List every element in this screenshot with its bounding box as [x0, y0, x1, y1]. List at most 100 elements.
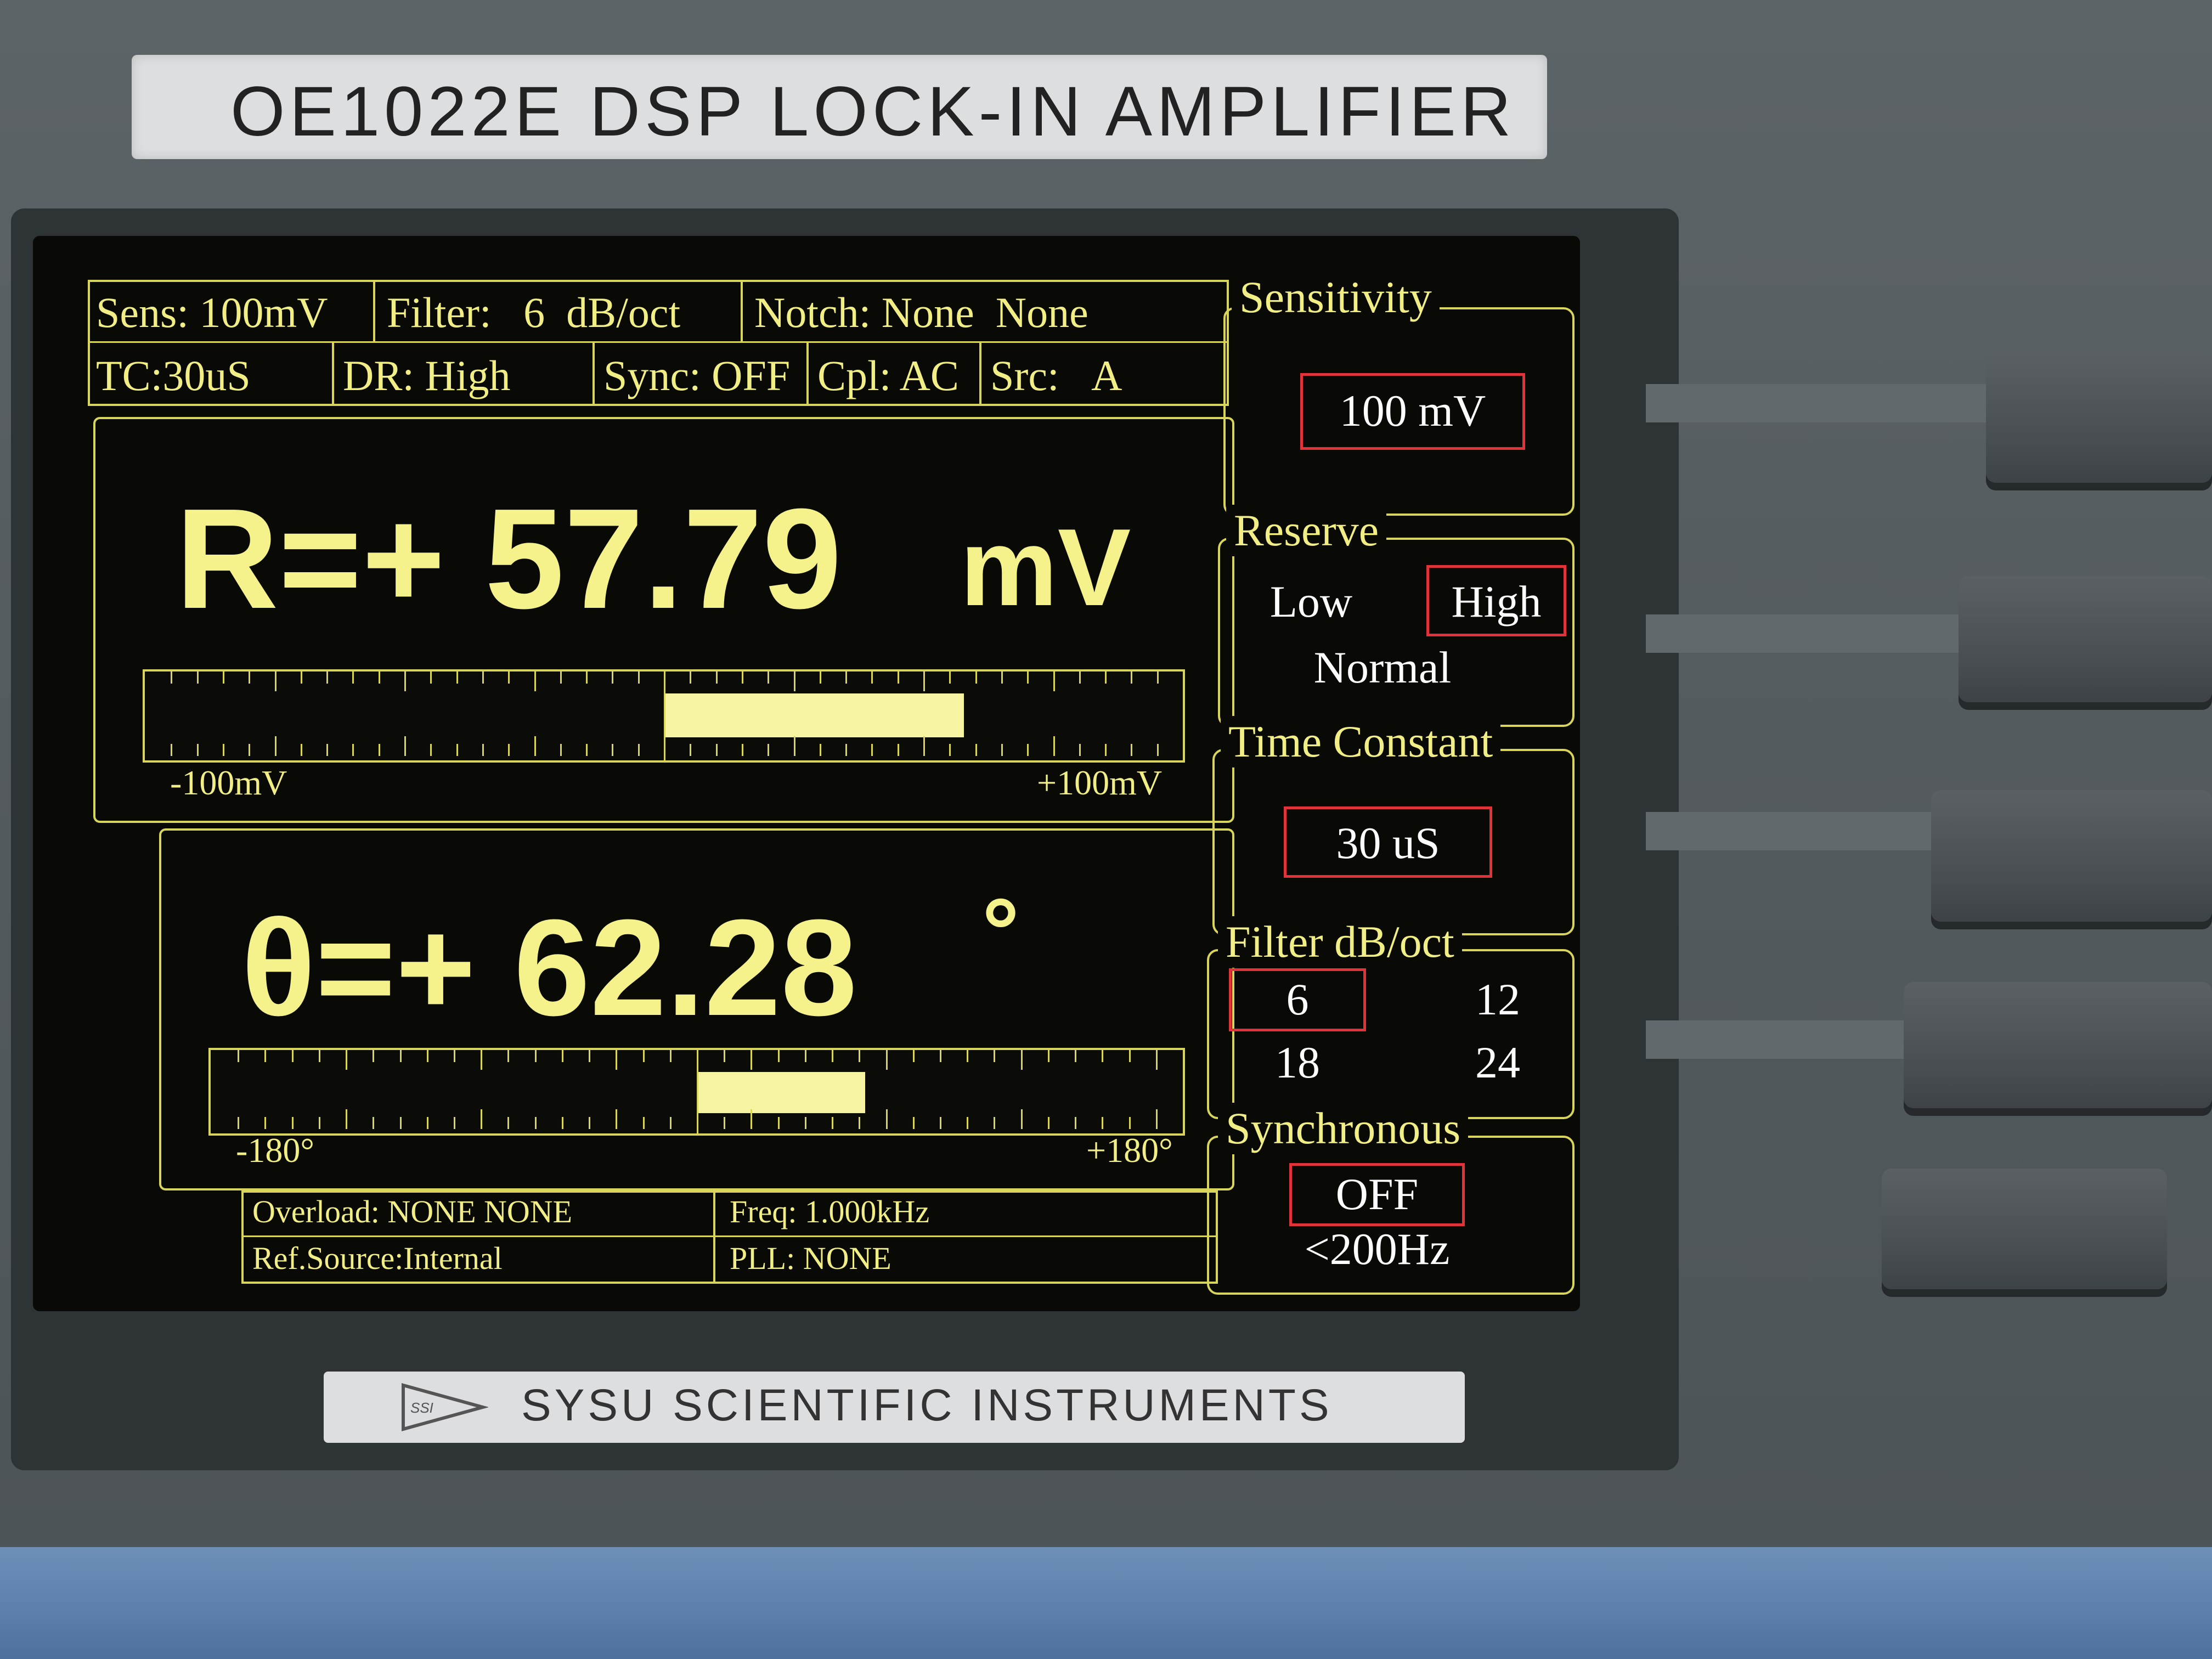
scale-tick	[589, 1050, 591, 1062]
scale-tick	[777, 1050, 780, 1062]
theta-readout-unit: °	[982, 879, 1019, 984]
status-sync: Sync: OFF	[603, 352, 791, 399]
scale-tick	[612, 672, 614, 684]
scale-tick	[1131, 744, 1133, 756]
status-filter: Filter: 6 dB/oct	[387, 289, 681, 336]
scale-tick	[508, 672, 510, 684]
synchronous-option-off[interactable]: OFF	[1289, 1169, 1465, 1220]
scale-tick	[642, 1117, 645, 1129]
ref-source-status: Ref.Source:Internal	[252, 1240, 503, 1276]
scale-tick	[804, 1117, 806, 1129]
synchronous-option-200hz[interactable]: <200Hz	[1267, 1223, 1487, 1275]
softkey-3[interactable]	[1931, 790, 2212, 922]
softkey-4[interactable]	[1904, 982, 2212, 1108]
scale-tick	[534, 672, 536, 691]
scale-tick	[399, 1117, 402, 1129]
softkey-2[interactable]	[1959, 576, 2212, 702]
scale-tick	[724, 1050, 726, 1062]
filter-option-24[interactable]: 24	[1437, 1037, 1558, 1088]
scale-tick	[264, 1050, 267, 1062]
scale-tick	[352, 672, 354, 684]
scale-tick	[560, 672, 562, 684]
scale-tick	[724, 1117, 726, 1129]
scale-tick	[859, 1050, 861, 1062]
scale-tick	[1105, 672, 1107, 684]
scale-tick	[612, 744, 614, 756]
scale-tick	[1020, 1109, 1023, 1129]
pll-status: PLL: NONE	[730, 1240, 891, 1276]
scale-tick	[751, 1050, 753, 1070]
r-bar-fill	[664, 693, 964, 737]
scale-tick	[456, 744, 458, 756]
company-logo-icon: SSI	[402, 1383, 488, 1431]
theta-scale-min-label: -180°	[236, 1131, 314, 1170]
scale-tick	[373, 1117, 375, 1129]
filter-option-12[interactable]: 12	[1437, 974, 1558, 1025]
scale-tick	[346, 1109, 348, 1129]
scale-tick	[1128, 1117, 1131, 1129]
scale-tick	[196, 672, 199, 684]
scale-tick	[508, 744, 510, 756]
softkey-5[interactable]	[1882, 1169, 2167, 1289]
scale-tick	[373, 1050, 375, 1062]
sensitivity-title: Sensitivity	[1232, 272, 1440, 323]
scale-tick	[1053, 672, 1055, 691]
scale-tick	[967, 1117, 969, 1129]
scale-tick	[300, 744, 302, 756]
scale-tick	[1156, 672, 1159, 684]
scale-tick	[507, 1117, 510, 1129]
scale-tick	[940, 1050, 941, 1062]
scale-tick	[1075, 1117, 1077, 1129]
reserve-option-normal[interactable]: Normal	[1295, 642, 1470, 693]
scale-tick	[430, 744, 432, 756]
scale-tick	[238, 1050, 240, 1062]
filter-title: Filter dB/oct	[1218, 916, 1462, 968]
scale-tick	[1027, 744, 1029, 756]
lcd-screen: Sens: 100mV Filter: 6 dB/oct Notch: None…	[33, 236, 1580, 1311]
status-cpl: Cpl: AC	[817, 352, 959, 399]
scale-tick	[819, 744, 821, 756]
scale-tick	[690, 672, 692, 684]
reserve-option-high[interactable]: High	[1426, 576, 1566, 628]
scale-tick	[589, 1117, 591, 1129]
scale-tick	[859, 1117, 861, 1129]
scale-tick	[845, 672, 848, 684]
scale-tick	[1079, 672, 1081, 684]
scale-tick	[940, 1117, 941, 1129]
scale-tick	[777, 1117, 780, 1129]
scale-tick	[454, 1050, 455, 1062]
time-constant-title: Time Constant	[1221, 716, 1501, 768]
scale-tick	[404, 736, 406, 756]
scale-tick	[949, 744, 951, 756]
scale-tick	[378, 744, 380, 756]
scale-tick	[378, 672, 380, 684]
scale-tick	[534, 736, 536, 756]
scale-tick	[871, 744, 873, 756]
scale-center-line	[664, 672, 665, 760]
scale-tick	[832, 1050, 834, 1062]
filter-option-18[interactable]: 18	[1229, 1037, 1366, 1088]
scale-tick	[291, 1117, 294, 1129]
reserve-option-low[interactable]: Low	[1251, 576, 1372, 628]
softkey-1[interactable]	[1986, 351, 2212, 483]
scale-tick	[454, 1117, 455, 1129]
scale-tick	[1053, 736, 1055, 756]
brand-text: SYSU SCIENTIFIC INSTRUMENTS	[521, 1380, 1333, 1430]
theta-scale-max-label: +180°	[1086, 1131, 1173, 1170]
scale-tick	[1128, 1050, 1131, 1062]
scale-tick	[768, 672, 770, 684]
r-readout-value: R=+ 57.79	[176, 479, 842, 639]
scale-tick	[222, 744, 224, 756]
scale-tick	[481, 1109, 483, 1129]
logo-text: SSI	[410, 1400, 433, 1416]
scale-tick	[967, 1050, 969, 1062]
r-scale-max-label: +100mV	[1037, 763, 1163, 802]
r-scale-min-label: -100mV	[170, 763, 287, 802]
scale-tick	[399, 1050, 402, 1062]
filter-option-6[interactable]: 6	[1229, 974, 1366, 1025]
scale-tick	[715, 672, 718, 684]
scale-tick	[249, 672, 251, 684]
scale-tick	[482, 672, 484, 684]
theta-readout-value: θ=+ 62.28	[241, 891, 857, 1044]
status-src: Src: A	[990, 352, 1122, 399]
